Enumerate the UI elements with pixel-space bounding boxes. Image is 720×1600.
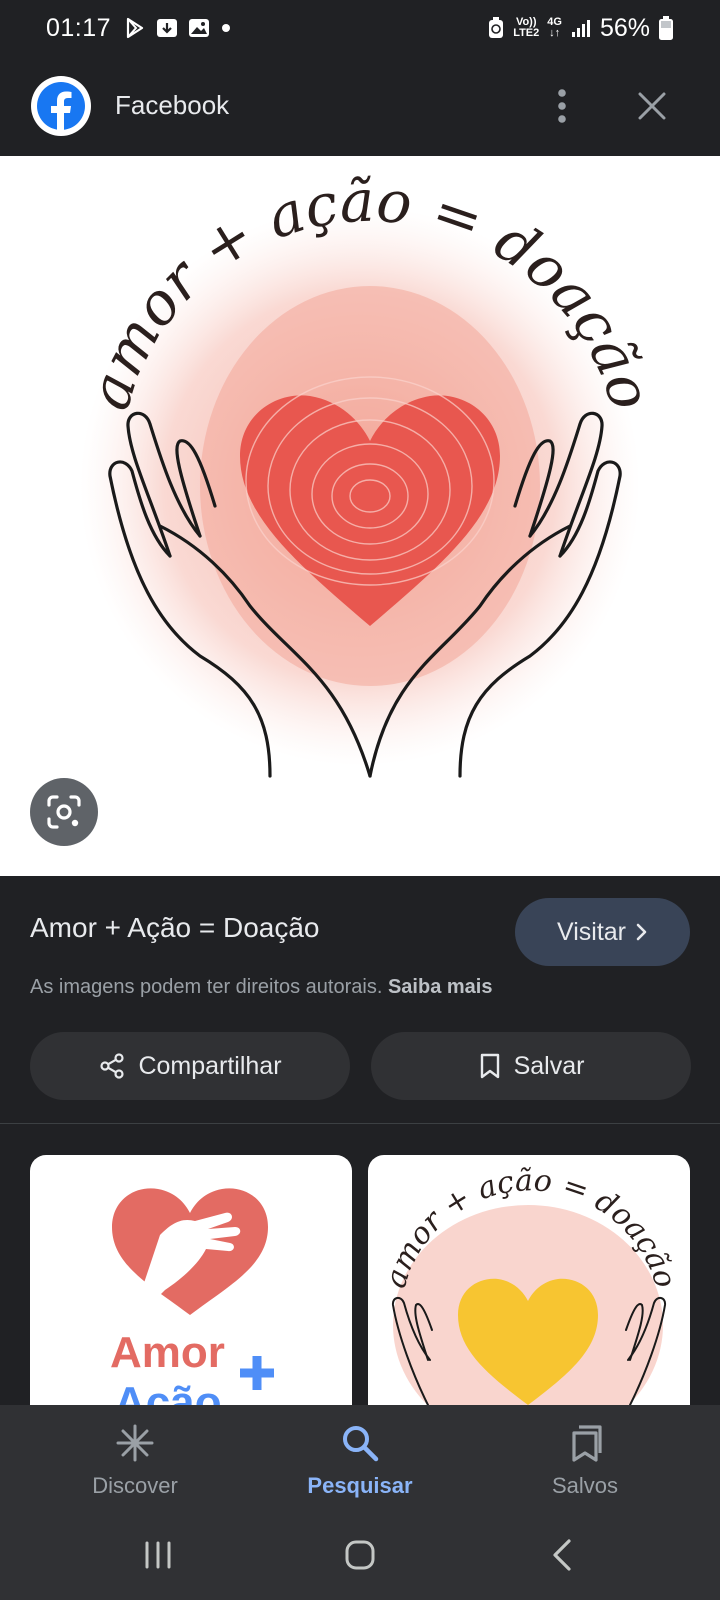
save-button[interactable]: Salvar xyxy=(371,1032,691,1100)
amor-acao-logo: Amor Ação xyxy=(110,1188,274,1405)
related-image-tile[interactable]: amor + ação = doação xyxy=(368,1155,690,1405)
save-label: Salvar xyxy=(513,1051,585,1080)
system-status: Vo)) LTE2 4G ↓↑ 56% xyxy=(487,14,674,43)
nav-search-label: Pesquisar xyxy=(307,1473,413,1498)
nav-discover[interactable]: Discover xyxy=(35,1423,235,1499)
close-icon xyxy=(638,92,666,120)
bottom-navigation: Discover Pesquisar Salvos xyxy=(0,1405,720,1510)
dot-icon xyxy=(222,24,231,32)
battery-percent: 56% xyxy=(599,13,650,42)
recent-apps-icon xyxy=(145,1541,171,1569)
visit-button[interactable]: Visitar xyxy=(515,898,690,966)
lte-label: LTE2 xyxy=(513,27,540,39)
recycle-battery-icon xyxy=(489,17,504,38)
tile-logo-line1: Amor xyxy=(110,1328,225,1377)
share-label: Compartilhar xyxy=(138,1051,282,1080)
notification-icons xyxy=(123,16,233,40)
bookmark-icon xyxy=(480,1053,499,1079)
chevron-right-icon xyxy=(636,923,647,941)
section-divider xyxy=(0,1123,720,1124)
source-name[interactable]: Facebook xyxy=(115,90,229,121)
data-arrows-icon: ↓↑ xyxy=(549,27,561,39)
recent-apps-button[interactable] xyxy=(128,1530,188,1580)
home-icon xyxy=(345,1540,375,1570)
visit-label: Visitar xyxy=(556,917,626,946)
google-lens-button[interactable] xyxy=(30,778,98,846)
volte-indicator: Vo)) LTE2 xyxy=(513,17,539,39)
related-image-tile[interactable]: Amor Ação xyxy=(30,1155,352,1405)
nav-saved-label: Salvos xyxy=(551,1473,619,1498)
donation-illustration-yellow: amor + ação = doação xyxy=(378,1163,683,1405)
learn-more-link[interactable]: Saiba mais xyxy=(388,976,493,998)
network-type: 4G ↓↑ xyxy=(547,17,562,39)
download-icon xyxy=(157,19,178,37)
battery-icon xyxy=(659,16,673,40)
asterisk-icon xyxy=(116,1424,154,1462)
search-icon xyxy=(343,1426,379,1462)
back-button[interactable] xyxy=(532,1530,592,1580)
main-image[interactable]: amor + ação = doação xyxy=(0,156,720,876)
gallery-icon xyxy=(189,19,210,37)
bookmarks-icon xyxy=(572,1425,602,1462)
image-title: Amor + Ação = Doação xyxy=(30,912,320,943)
nav-discover-label: Discover xyxy=(92,1473,178,1498)
google-lens-icon xyxy=(47,795,81,829)
status-bar: 01:17 Vo)) LTE2 4G ↓↑ 56% xyxy=(0,0,720,56)
copyright-notice: As imagens podem ter direitos autorais. … xyxy=(30,976,492,999)
home-button[interactable] xyxy=(330,1530,390,1580)
viewer-header: Facebook xyxy=(0,56,720,156)
more-options-button[interactable] xyxy=(540,84,584,128)
nav-search[interactable]: Pesquisar xyxy=(260,1423,460,1499)
close-button[interactable] xyxy=(630,84,674,128)
back-icon xyxy=(553,1539,571,1571)
play-store-icon xyxy=(126,17,144,39)
facebook-icon[interactable] xyxy=(31,76,91,136)
donation-illustration: amor + ação = doação xyxy=(75,167,665,778)
copyright-text: As imagens podem ter direitos autorais. xyxy=(30,976,383,998)
share-button[interactable]: Compartilhar xyxy=(30,1032,350,1100)
signal-icon xyxy=(571,20,590,37)
plus-icon xyxy=(240,1356,274,1390)
tile-logo-line2: Ação xyxy=(114,1378,222,1405)
share-icon xyxy=(100,1053,125,1079)
more-vert-icon xyxy=(558,89,566,123)
nav-saved[interactable]: Salvos xyxy=(485,1423,685,1499)
status-time: 01:17 xyxy=(46,13,112,42)
system-navigation-bar xyxy=(0,1510,720,1600)
